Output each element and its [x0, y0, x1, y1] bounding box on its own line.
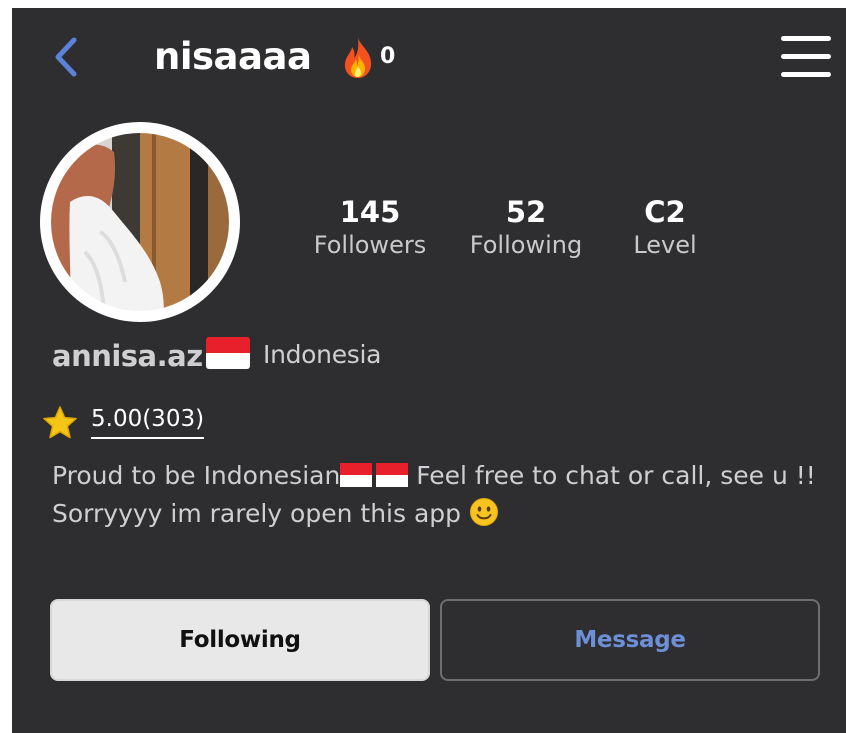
followers-label: Followers	[313, 231, 427, 259]
profile-screen: nisaaaa 0 145 Followers 52 Following C2 …	[12, 8, 846, 733]
level-label: Level	[633, 231, 697, 259]
following-button[interactable]: Following	[50, 599, 430, 681]
back-button[interactable]	[48, 34, 88, 80]
followers-count: 145	[339, 195, 401, 229]
bio-text: Proud to be Indonesian Feel free to chat…	[52, 457, 842, 533]
bio-text-part-2: Feel free to chat or call, see u !!	[408, 461, 816, 490]
following-label: Following	[469, 231, 583, 259]
rating-link[interactable]: 5.00(303)	[91, 404, 205, 439]
bio-line-2: Sorryyyy im rarely open this app	[52, 495, 842, 533]
bio-line-1: Proud to be Indonesian Feel free to chat…	[52, 457, 842, 495]
stat-level: C2 Level	[621, 194, 709, 260]
header: nisaaaa 0	[12, 8, 846, 108]
stat-followers[interactable]: 145 Followers	[306, 194, 434, 260]
country-label: Indonesia	[263, 340, 382, 369]
indonesia-flag-icon	[376, 463, 409, 487]
indonesia-flag-icon	[340, 463, 373, 487]
message-button[interactable]: Message	[440, 599, 820, 681]
menu-button[interactable]	[778, 34, 834, 80]
chevron-left-icon	[55, 37, 77, 77]
smiley-face-icon	[469, 498, 498, 526]
fire-icon	[344, 38, 372, 78]
streak-count: 0	[380, 44, 396, 69]
indonesia-flag-icon	[206, 337, 250, 369]
avatar-photo	[43, 125, 237, 319]
avatar[interactable]	[40, 122, 240, 322]
stat-following[interactable]: 52 Following	[462, 194, 590, 260]
page-title: nisaaaa	[154, 35, 312, 78]
level-value: C2	[644, 195, 686, 229]
star-icon	[43, 406, 77, 439]
bio-text-part-3: Sorryyyy im rarely open this app	[52, 499, 469, 528]
bio-text-part-1: Proud to be Indonesian	[52, 461, 341, 490]
following-count: 52	[505, 195, 547, 229]
username: annisa.az	[52, 339, 203, 373]
